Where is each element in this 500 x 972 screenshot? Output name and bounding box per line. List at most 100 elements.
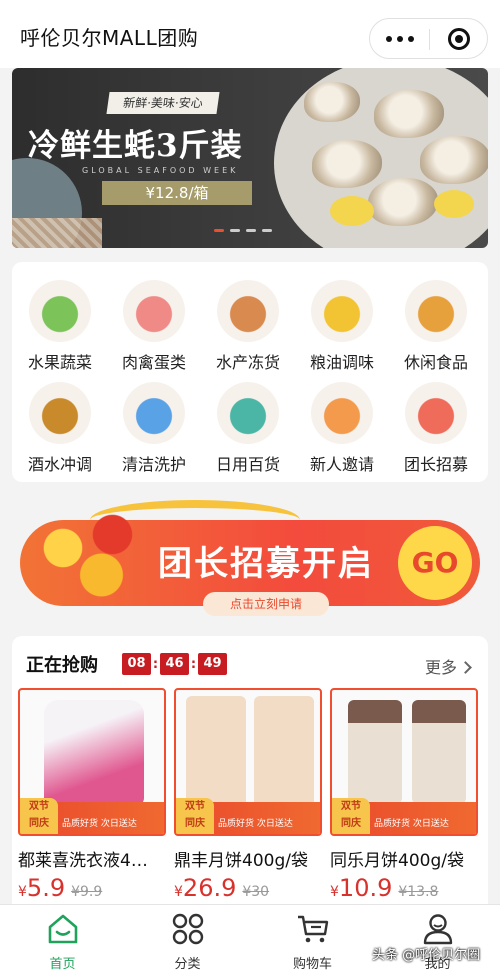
product-image: 双节 同庆 品质好货 次日送达 — [174, 688, 322, 836]
recruit-title: 团长招募开启 — [158, 544, 374, 584]
detergent-bag-image — [44, 700, 144, 806]
oyster-image — [374, 90, 444, 138]
grid-icon — [172, 913, 204, 945]
flash-sale-title: 正在抢购 — [26, 655, 98, 676]
product-name: 同乐月饼400g/袋 — [330, 851, 464, 871]
category-label: 酒水冲调 — [27, 455, 92, 474]
category-item[interactable]: 水产冻货 — [202, 264, 294, 372]
vegetables-icon — [29, 280, 91, 342]
tab-label: 购物车 — [292, 957, 332, 972]
product-price: ¥10.9 ¥13.8 — [330, 874, 439, 902]
leader-recruit-banner[interactable]: 团长招募开启 GO 点击立刻申请 — [20, 498, 480, 618]
gift-icon — [311, 382, 373, 444]
banner-tagline: 新鲜·美味·安心 — [106, 92, 220, 114]
more-link-label: 更多 — [424, 658, 457, 677]
home-icon — [48, 914, 78, 944]
drinks-icon — [29, 382, 91, 444]
countdown-separator: : — [190, 656, 197, 672]
snacks-icon — [405, 280, 467, 342]
carousel-dot[interactable] — [262, 229, 272, 232]
go-button[interactable]: GO — [398, 526, 472, 600]
product-card[interactable]: 双节 同庆 品质好货 次日送达 同乐月饼400g/袋 ¥10.9 ¥13.8 — [330, 688, 478, 903]
category-item[interactable]: 团长招募 — [390, 366, 482, 474]
original-price: ¥9.9 — [71, 884, 103, 900]
category-item[interactable]: 水果蔬菜 — [14, 264, 106, 372]
mooncake-bag-image — [254, 696, 314, 808]
header-bar: 呼伦贝尔MALL团购 — [0, 0, 500, 68]
product-price: ¥26.9 ¥30 — [174, 874, 270, 902]
daily-goods-icon — [217, 382, 279, 444]
category-label: 团长招募 — [403, 455, 468, 474]
festival-badge: 双节 同庆 — [332, 798, 370, 834]
category-label: 日用百货 — [215, 455, 280, 474]
lemon-slice-image — [434, 190, 474, 218]
mooncake-bag-image — [186, 696, 246, 808]
carousel-dot[interactable] — [214, 229, 224, 232]
promo-banner-oysters[interactable]: 新鲜·美味·安心 冷鲜生蚝3斤装 GLOBAL SEAFOOD WEEK ¥12… — [12, 68, 488, 248]
category-item[interactable]: 新人邀请 — [296, 366, 388, 474]
banner-title: 冷鲜生蚝3斤装 — [28, 128, 243, 164]
category-label: 清洁洗护 — [121, 455, 186, 474]
product-card[interactable]: 双节 同庆 品质好货 次日送达 都莱喜洗衣液4… ¥5.9 ¥9.9 — [18, 688, 166, 903]
oyster-image — [420, 136, 488, 184]
tab-label: 分类 — [174, 957, 201, 972]
cart-icon — [298, 915, 329, 943]
recruit-icon — [405, 382, 467, 444]
mooncake-bag-image — [348, 700, 402, 804]
tab-cart[interactable]: 购物车 — [250, 905, 375, 972]
tab-label: 首页 — [49, 957, 76, 972]
product-card[interactable]: 双节 同庆 品质好货 次日送达 鼎丰月饼400g/袋 ¥26.9 ¥30 — [174, 688, 322, 903]
promo-strip-text: 品质好货 次日送达 — [374, 819, 449, 829]
more-link[interactable]: 更多 — [424, 654, 472, 678]
oyster-image — [312, 140, 382, 188]
category-item[interactable]: 日用百货 — [202, 366, 294, 474]
category-item[interactable]: 酒水冲调 — [14, 366, 106, 474]
flash-sale-section: 正在抢购 08 : 46 : 49 更多 双节 同庆 品质好货 次日送达 都莱喜洗… — [12, 636, 488, 906]
seafood-icon — [217, 280, 279, 342]
close-mini-program-icon[interactable] — [448, 28, 470, 50]
more-options-icon[interactable] — [386, 33, 414, 45]
chevron-right-icon — [459, 661, 472, 674]
product-price: ¥5.9 ¥9.9 — [18, 874, 103, 902]
watermark-text: 头条 @呼伦贝尔圈 — [372, 948, 481, 963]
user-icon — [423, 914, 453, 945]
coins-illustration — [30, 512, 140, 602]
countdown-separator: : — [152, 656, 159, 672]
capsule-divider — [429, 29, 430, 50]
oyster-image — [304, 82, 360, 122]
original-price: ¥13.8 — [398, 884, 439, 900]
category-grid: 水果蔬菜 肉禽蛋类 水产冻货 粮油调味 休闲食品酒水冲调 清洁洗护 日用百货 新人邀请 团长招募 — [12, 262, 488, 482]
app-title: 呼伦贝尔MALL团购 — [20, 26, 199, 50]
product-image: 双节 同庆 品质好货 次日送达 — [330, 688, 478, 836]
apply-now-button[interactable]: 点击立刻申请 — [203, 592, 329, 616]
cleaning-icon — [123, 382, 185, 444]
festival-badge: 双节 同庆 — [176, 798, 214, 834]
product-image: 双节 同庆 品质好货 次日送达 — [18, 688, 166, 836]
carousel-indicator — [214, 229, 272, 232]
countdown-minutes: 46 — [160, 653, 189, 675]
category-item[interactable]: 清洁洗护 — [108, 366, 200, 474]
countdown-hours: 08 — [122, 653, 151, 675]
original-price: ¥30 — [242, 884, 270, 900]
banner-price-tag: ¥12.8/箱 — [102, 181, 252, 205]
category-label: 新人邀请 — [309, 455, 374, 474]
category-item[interactable]: 休闲食品 — [390, 264, 482, 372]
countdown-timer: 08 : 46 : 49 — [122, 653, 227, 675]
tab-category[interactable]: 分类 — [125, 905, 250, 972]
product-name: 鼎丰月饼400g/袋 — [174, 851, 308, 871]
promo-strip-text: 品质好货 次日送达 — [218, 819, 293, 829]
tab-home[interactable]: 首页 — [0, 905, 125, 972]
promo-strip-text: 品质好货 次日送达 — [62, 819, 137, 829]
mini-program-capsule — [369, 18, 488, 59]
carousel-dot[interactable] — [246, 229, 256, 232]
napkin-decoration — [12, 218, 102, 248]
category-item[interactable]: 粮油调味 — [296, 264, 388, 372]
lemon-slice-image — [330, 196, 374, 226]
festival-badge: 双节 同庆 — [20, 798, 58, 834]
product-name: 都莱喜洗衣液4… — [18, 851, 148, 871]
banner-subtitle: GLOBAL SEAFOOD WEEK — [82, 166, 239, 175]
countdown-seconds: 49 — [198, 653, 227, 675]
category-item[interactable]: 肉禽蛋类 — [108, 264, 200, 372]
carousel-dot[interactable] — [230, 229, 240, 232]
meat-icon — [123, 280, 185, 342]
